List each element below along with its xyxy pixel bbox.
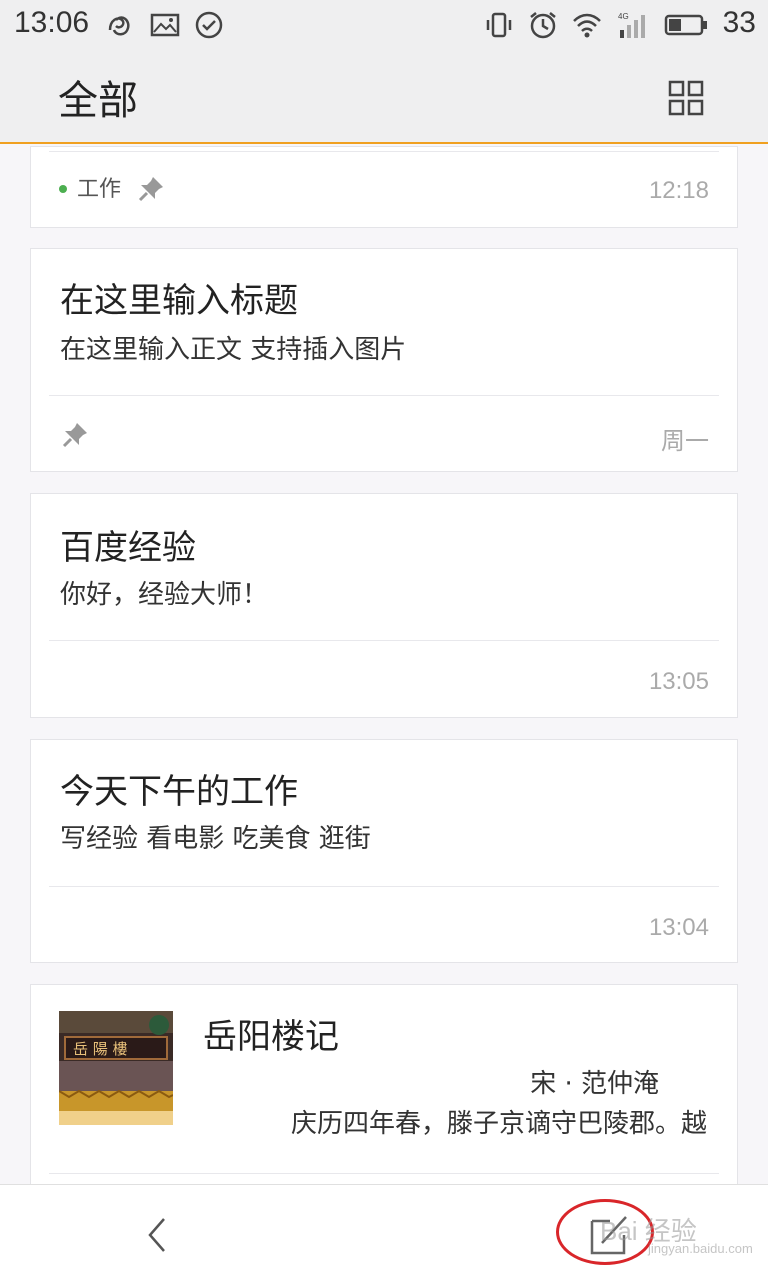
4g-signal-icon: 4G xyxy=(618,12,645,38)
note-card[interactable]: 在这里输入标题 在这里输入正文 支持插入图片 周一 xyxy=(30,248,738,472)
grid-view-icon[interactable] xyxy=(668,80,704,116)
tag-label: 工作 xyxy=(77,177,122,202)
chevron-left-icon[interactable] xyxy=(142,1215,172,1255)
battery-icon xyxy=(664,14,707,36)
pin-icon xyxy=(62,423,87,448)
note-card-work[interactable]: 工作 12:18 xyxy=(30,146,738,228)
swirl-icon xyxy=(108,16,130,36)
alarm-icon xyxy=(530,12,556,39)
page-title: 全部 xyxy=(58,78,138,124)
note-excerpt: 庆历四年春，滕子京谪守巴陵郡。越 xyxy=(290,1109,707,1139)
bottom-toolbar: Bai 经验 jingyan.baidu.com xyxy=(0,1184,768,1280)
note-title: 岳阳楼记 xyxy=(203,1017,339,1057)
note-card[interactable]: 今天下午的工作 写经验 看电影 吃美食 逛街 13:04 xyxy=(30,739,738,963)
status-time: 13:06 xyxy=(14,6,90,39)
status-bar: 13:06 4G 33 xyxy=(0,0,768,48)
note-body: 你好，经验大师！ xyxy=(60,580,269,610)
app-header: 全部 xyxy=(0,48,768,144)
note-time: 周一 xyxy=(661,428,709,455)
note-title: 今天下午的工作 xyxy=(60,772,298,812)
card-divider xyxy=(49,886,719,887)
note-author: 宋 · 范仲淹 xyxy=(530,1069,659,1099)
card-divider xyxy=(49,640,719,641)
note-time: 13:04 xyxy=(648,914,709,941)
svg-text:岳 陽 樓: 岳 陽 樓 xyxy=(73,1040,128,1058)
note-body: 在这里输入正文 支持插入图片 xyxy=(60,335,407,365)
svg-text:4G: 4G xyxy=(618,12,629,21)
card-divider xyxy=(49,151,719,152)
note-card[interactable]: 百度经验 你好，经验大师！ 13:05 xyxy=(30,493,738,718)
note-time: 12:18 xyxy=(648,177,709,204)
check-circle-icon xyxy=(195,11,223,39)
vibrate-icon xyxy=(486,12,512,38)
card-divider xyxy=(49,395,719,396)
note-title: 百度经验 xyxy=(60,528,196,568)
image-icon xyxy=(150,13,180,37)
note-body: 写经验 看电影 吃美食 逛街 xyxy=(60,824,371,854)
note-card[interactable]: 岳 陽 樓 岳阳楼记 宋 · 范仲淹 庆历四年春，滕子京谪守巴陵郡。越 xyxy=(30,984,738,1194)
note-thumbnail: 岳 陽 樓 xyxy=(59,1011,173,1125)
note-title: 在这里输入标题 xyxy=(60,281,298,321)
battery-level: 33 xyxy=(722,6,756,39)
watermark-sub: jingyan.baidu.com xyxy=(648,1241,753,1256)
tag-dot xyxy=(59,185,67,193)
card-divider xyxy=(49,1173,719,1174)
wifi-icon xyxy=(573,13,601,38)
pin-icon xyxy=(138,177,163,202)
note-time: 13:05 xyxy=(648,668,709,695)
